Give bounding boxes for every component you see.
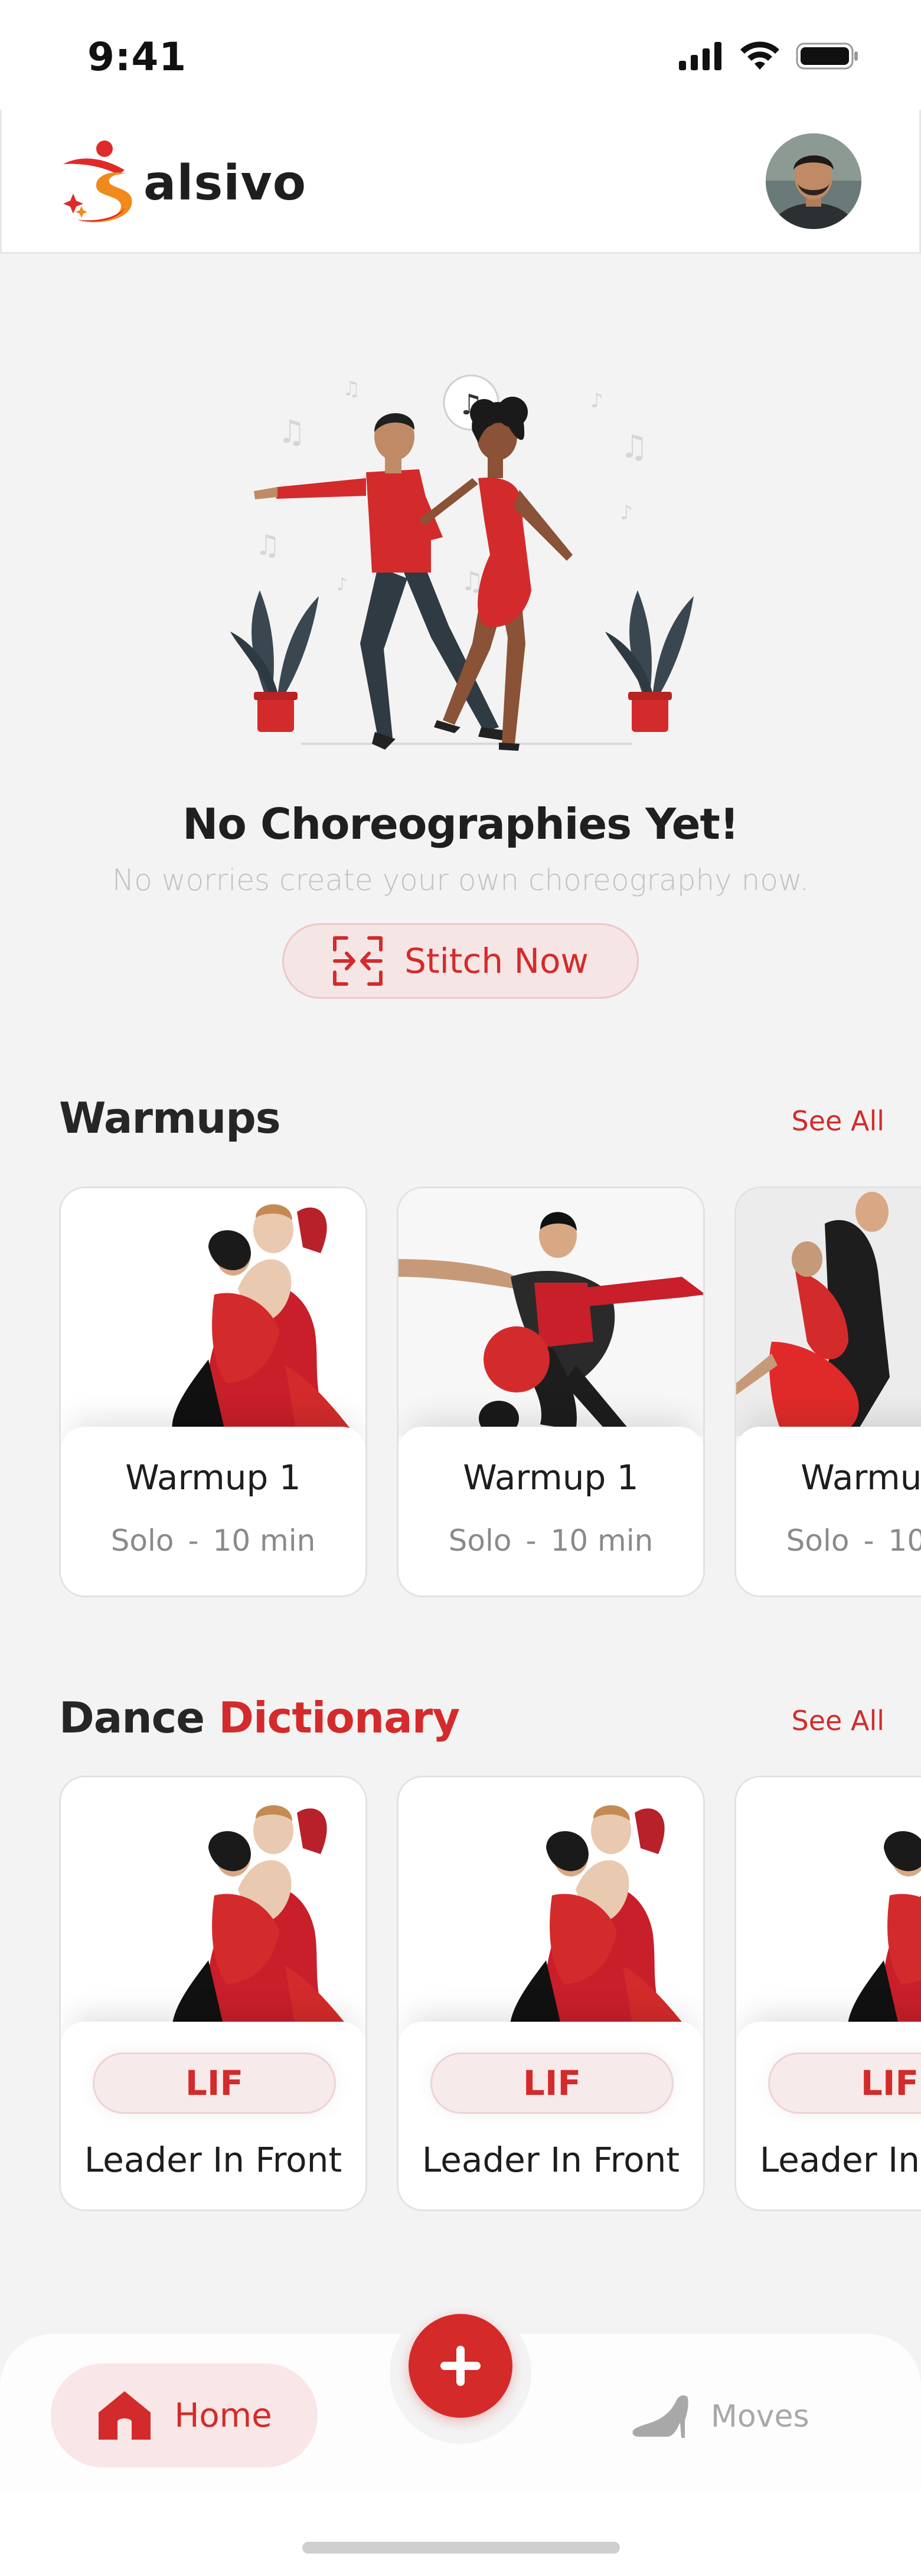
move-tag-badge: LIF <box>430 2052 674 2114</box>
dictionary-info-panel: LIF Leader In Front <box>399 2022 703 2209</box>
dictionary-title-part-2: Dictionary <box>218 1693 460 1743</box>
dictionary-carousel[interactable]: LIF Leader In Front LIF Leader In Front <box>59 1776 921 2212</box>
battery-icon <box>796 43 858 70</box>
dancer-logo-icon <box>63 140 132 223</box>
warmup-info-panel: Warmup 1 Solo-10 min <box>736 1427 921 1596</box>
add-choreography-button[interactable] <box>409 2314 512 2418</box>
move-tag-badge: LIF <box>93 2052 336 2114</box>
svg-text:♫: ♫ <box>277 413 306 450</box>
empty-state-subtitle: No worries create your own choreography … <box>112 863 809 897</box>
warmup-card[interactable]: Warmup 1 Solo-10 min <box>397 1186 705 1597</box>
nav-home-label: Home <box>174 2396 272 2435</box>
svg-text:♫: ♫ <box>342 377 360 401</box>
status-time: 9:41 <box>87 34 187 80</box>
home-indicator <box>302 2542 620 2554</box>
warmups-see-all-link[interactable]: See All <box>792 1105 884 1137</box>
nav-home-tab[interactable]: Home <box>51 2363 318 2467</box>
move-name: Leader In Front <box>759 2140 921 2180</box>
stitch-now-label: Stitch Now <box>404 941 589 981</box>
dictionary-info-panel: LIF Leader In Front <box>61 2022 365 2209</box>
bottom-safe-area <box>0 2493 921 2576</box>
nav-moves-label: Moves <box>711 2399 809 2434</box>
empty-state-title: No Choreographies Yet! <box>182 799 739 849</box>
warmup-type: Solo <box>786 1524 850 1558</box>
warmups-title: Warmups <box>59 1093 281 1143</box>
move-name: Leader In Front <box>84 2140 342 2180</box>
warmup-type: Solo <box>448 1524 512 1558</box>
dictionary-card[interactable]: LIF Leader In Front <box>59 1776 367 2211</box>
wifi-icon <box>740 41 779 70</box>
warmup-title: Warmup 1 <box>463 1457 639 1498</box>
status-bar: 9:41 <box>0 0 921 112</box>
nav-moves-tab[interactable]: Moves <box>631 2369 809 2464</box>
plus-icon <box>440 2346 481 2386</box>
dictionary-image <box>399 1777 703 2037</box>
warmup-info-panel: Warmup 1 Solo-10 min <box>61 1427 365 1596</box>
svg-text:♫: ♫ <box>620 428 648 465</box>
user-avatar[interactable] <box>766 133 861 229</box>
dancers-illustration: ♫ ♫ ♫ ♫ ♫ ♪ ♪ ♪ ♫ <box>230 366 697 756</box>
warmup-separator: - <box>188 1524 199 1558</box>
svg-text:♫: ♫ <box>255 529 280 562</box>
avatar-image <box>766 133 861 229</box>
heel-shoe-icon <box>632 2395 688 2438</box>
warmup-title: Warmup 1 <box>801 1457 921 1498</box>
warmup-duration: 10 min <box>213 1524 316 1558</box>
move-name: Leader In Front <box>422 2140 680 2180</box>
warmup-meta: Solo-10 min <box>61 1524 365 1558</box>
app-logo[interactable]: alsivo <box>60 136 306 230</box>
dictionary-image <box>736 1777 921 2037</box>
signal-icon <box>679 42 721 70</box>
dictionary-title-part-1: Dance <box>59 1693 205 1743</box>
warmup-meta: Solo-10 min <box>736 1524 921 1558</box>
warmup-separator: - <box>863 1524 874 1558</box>
dictionary-info-panel: LIF Leader In Front <box>736 2022 921 2209</box>
warmup-info-panel: Warmup 1 Solo-10 min <box>399 1427 703 1596</box>
warmup-image <box>736 1188 921 1436</box>
warmup-duration: 10 min <box>888 1524 921 1558</box>
stitch-icon <box>333 936 383 986</box>
warmup-card[interactable]: Warmup 1 Solo-10 min <box>59 1186 367 1597</box>
logo-text: alsivo <box>143 155 307 211</box>
warmup-separator: - <box>525 1524 537 1558</box>
stitch-now-button[interactable]: Stitch Now <box>282 923 639 999</box>
warmup-type: Solo <box>110 1524 174 1558</box>
dictionary-see-all-link[interactable]: See All <box>792 1705 884 1737</box>
app-header: alsivo <box>0 110 921 254</box>
warmup-image <box>61 1188 365 1436</box>
svg-text:♪: ♪ <box>337 574 348 595</box>
warmup-image <box>399 1188 703 1436</box>
home-icon <box>99 2391 151 2440</box>
dictionary-card[interactable]: LIF Leader In Front <box>397 1776 705 2211</box>
svg-text:♪: ♪ <box>620 501 633 525</box>
warmup-card[interactable]: Warmup 1 Solo-10 min <box>734 1186 921 1597</box>
dictionary-image <box>61 1777 365 2037</box>
dance-dictionary-title: Dance Dictionary <box>59 1693 460 1743</box>
dictionary-card[interactable]: LIF Leader In Front <box>734 1776 921 2211</box>
warmups-carousel[interactable]: Warmup 1 Solo -10 min Warmup 1 Solo - 10… <box>59 1186 921 1600</box>
status-icons <box>679 41 860 71</box>
svg-text:♪: ♪ <box>590 389 603 413</box>
warmup-meta: Solo-10 min <box>399 1524 703 1558</box>
move-tag-badge: LIF <box>768 2052 921 2114</box>
warmup-duration: 10 min <box>550 1524 654 1558</box>
warmup-title: Warmup 1 <box>125 1457 301 1498</box>
